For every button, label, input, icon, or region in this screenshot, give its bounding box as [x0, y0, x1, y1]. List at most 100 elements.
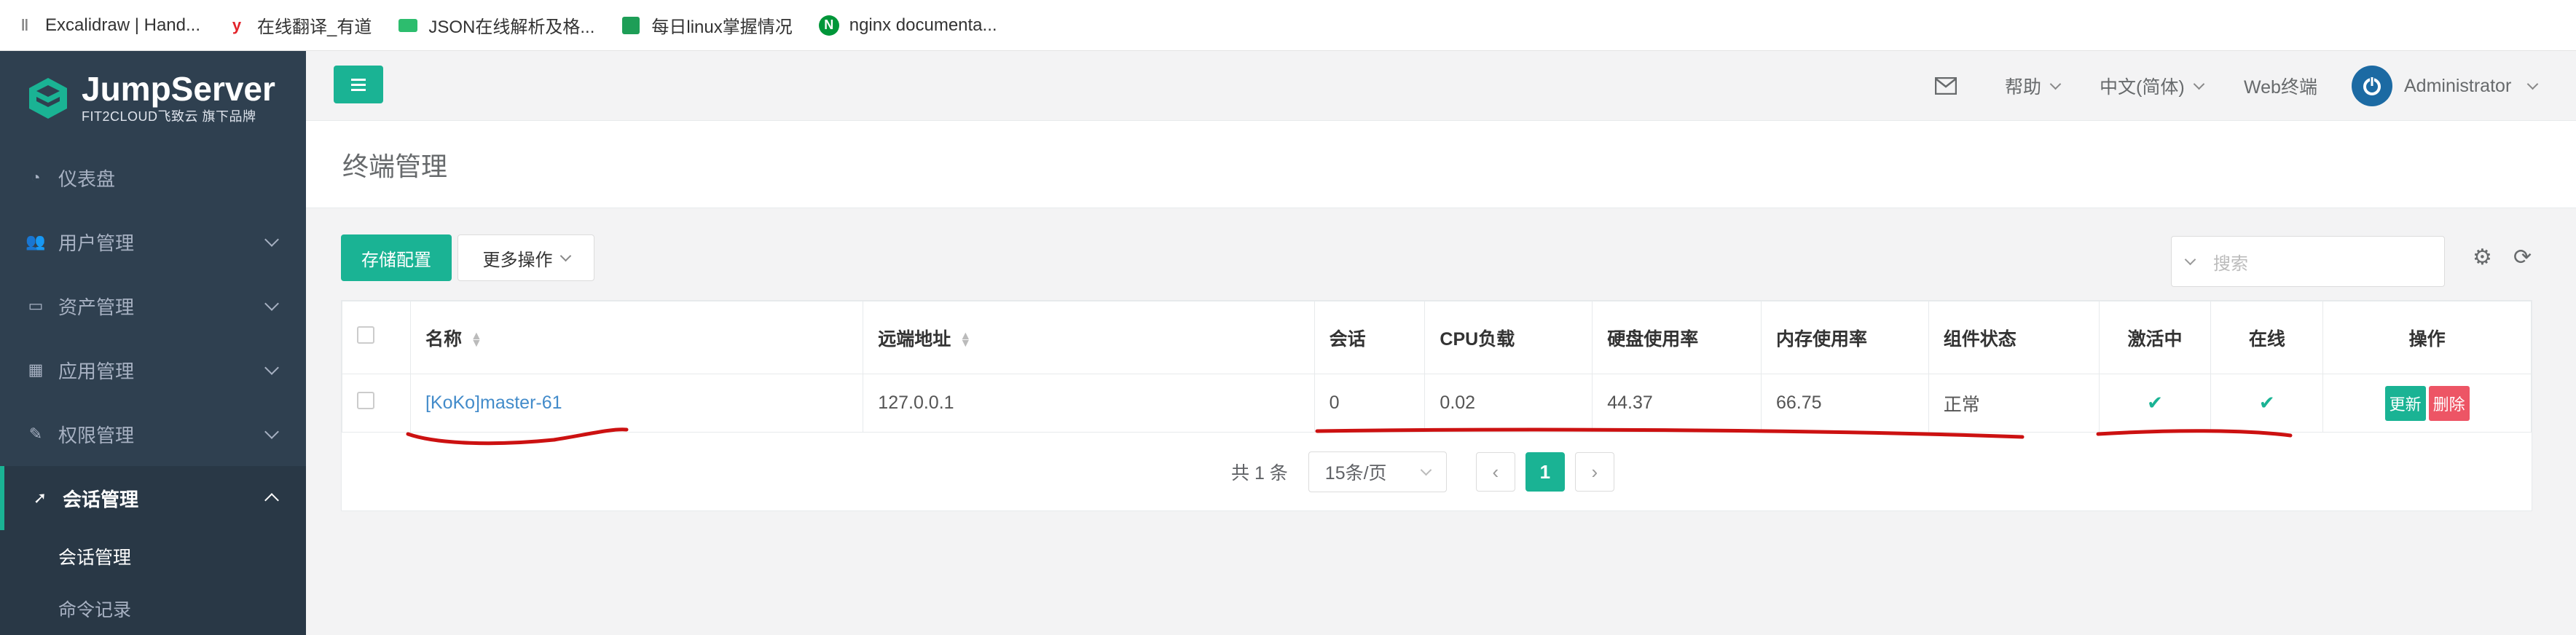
sidebar-subitem-label: 命令记录: [58, 600, 132, 620]
cell-address: 127.0.0.1: [863, 374, 1315, 433]
gear-icon[interactable]: ⚙: [2473, 245, 2492, 270]
terminal-name-link[interactable]: [KoKo]master-61: [425, 393, 562, 413]
bookmark-nginx[interactable]: N nginx documenta...: [818, 15, 997, 36]
sheet-icon: [621, 15, 641, 36]
users-icon: 👥: [25, 232, 46, 251]
update-button[interactable]: 更新: [2384, 385, 2426, 421]
grid-icon: ▦: [28, 360, 44, 379]
sidebar: JumpServer FIT2CLOUD飞致云 旗下品牌 ◔ 仪表盘 👥 用户管…: [0, 51, 306, 635]
more-actions-dropdown[interactable]: 更多操作: [458, 234, 594, 281]
search-placeholder: 搜索: [2213, 253, 2248, 274]
column-header-label: 远端地址: [878, 328, 951, 350]
chevron-down-icon: [559, 250, 571, 261]
chevron-down-icon: [2193, 78, 2204, 90]
column-header-address[interactable]: 远端地址 ▲ ▼: [863, 301, 1315, 374]
json-icon: [398, 15, 418, 36]
cell-online: ✔: [2210, 374, 2324, 433]
prev-page-button[interactable]: ‹: [1475, 452, 1515, 492]
sidebar-item-sessions[interactable]: ➚ 会话管理: [0, 466, 306, 530]
sort-icon[interactable]: ▲ ▼: [471, 330, 482, 349]
envelope-icon: [1935, 77, 1957, 95]
sidebar-subitem-commands[interactable]: 命令记录: [0, 583, 306, 635]
delete-button[interactable]: 删除: [2428, 385, 2470, 421]
cell-disk: 44.37: [1592, 374, 1762, 433]
column-header-name[interactable]: 名称 ▲ ▼: [409, 301, 864, 374]
help-label: 帮助: [2005, 77, 2042, 98]
next-page-button[interactable]: ›: [1574, 452, 1614, 492]
more-actions-label: 更多操作: [482, 250, 553, 270]
bookmark-excalidraw[interactable]: ǁ Excalidraw | Hand...: [15, 15, 200, 36]
column-header-disk: 硬盘使用率: [1592, 301, 1762, 374]
sidebar-item-applications[interactable]: ▦ 应用管理: [0, 338, 306, 402]
pagination: 共 1 条 15条/页 ‹ 1 ›: [1231, 451, 1614, 492]
youdao-icon: y: [232, 15, 242, 34]
bookmark-json[interactable]: JSON在线解析及格...: [398, 12, 594, 38]
chevron-down-icon: [264, 296, 279, 311]
sidebar-item-label: 仪表盘: [58, 167, 116, 190]
check-icon: ✔: [2258, 392, 2275, 414]
row-checkbox[interactable]: [357, 392, 374, 409]
hamburger-icon: [351, 78, 366, 81]
page-size-select[interactable]: 15条/页: [1308, 451, 1447, 492]
sidebar-item-label: 用户管理: [58, 232, 135, 254]
web-terminal-label: Web终端: [2244, 77, 2317, 98]
chevron-down-icon[interactable]: [2184, 253, 2196, 265]
sidebar-subitem-label: 会话管理: [58, 548, 132, 568]
column-header-status: 组件状态: [1928, 301, 2100, 374]
messages-button[interactable]: [1935, 51, 1957, 121]
sidebar-item-assets[interactable]: ▭ 资产管理: [0, 274, 306, 338]
check-icon: ✔: [2147, 392, 2163, 414]
search-input[interactable]: 搜索: [2171, 236, 2445, 287]
menu-toggle-button[interactable]: [334, 66, 383, 103]
chevron-down-icon: [1420, 464, 1432, 476]
sidebar-subitem-sessions[interactable]: 会话管理: [0, 530, 306, 583]
storage-config-button[interactable]: 存储配置: [341, 234, 452, 281]
hdd-icon: ▭: [28, 296, 44, 315]
jumpserver-logo-icon: [29, 78, 67, 119]
help-dropdown[interactable]: 帮助: [2005, 51, 2062, 121]
bookmark-label: 在线翻译_有道: [257, 17, 372, 37]
chevron-down-icon: [264, 232, 279, 247]
page-size-value: 15条/页: [1324, 463, 1387, 484]
top-navbar: 帮助 中文(简体) Web终端 Administrator: [306, 51, 2576, 121]
cell-status: 正常: [1928, 374, 2100, 433]
chevron-down-icon: [2049, 78, 2062, 90]
language-label: 中文(简体): [2100, 77, 2185, 98]
cell-cpu: 0.02: [1424, 374, 1593, 433]
sidebar-item-permissions[interactable]: ✎ 权限管理: [0, 402, 306, 466]
cell-actions: 更新 删除: [2322, 374, 2532, 433]
sort-icon[interactable]: ▲ ▼: [959, 330, 971, 349]
column-header-sessions: 会话: [1313, 301, 1426, 374]
bookmark-label: JSON在线解析及格...: [428, 17, 595, 37]
refresh-icon[interactable]: ⟳: [2513, 245, 2532, 270]
chevron-down-icon: [264, 425, 279, 439]
rocket-icon: ➚: [33, 489, 47, 507]
bookmark-label: nginx documenta...: [849, 15, 997, 35]
user-dropdown[interactable]: Administrator: [2352, 51, 2539, 121]
web-terminal-link[interactable]: Web终端: [2244, 51, 2317, 121]
cell-name: [KoKo]master-61: [409, 374, 864, 433]
sidebar-item-label: 应用管理: [58, 360, 135, 382]
page-number-button[interactable]: 1: [1525, 452, 1565, 492]
column-header-label: 名称: [425, 328, 462, 350]
brand-logo[interactable]: JumpServer FIT2CLOUD飞致云 旗下品牌: [0, 51, 306, 146]
select-all-checkbox[interactable]: [357, 326, 374, 344]
page-title: 终端管理: [342, 151, 448, 181]
chevron-down-icon: [264, 360, 279, 375]
sidebar-item-users[interactable]: 👥 用户管理: [0, 210, 306, 274]
column-header-memory: 内存使用率: [1761, 301, 1929, 374]
language-dropdown[interactable]: 中文(简体): [2100, 51, 2204, 121]
bookmark-linux[interactable]: 每日linux掌握情况: [621, 12, 793, 38]
sidebar-item-label: 会话管理: [63, 488, 139, 510]
hamburger-icon-line: [351, 88, 366, 91]
bookmark-youdao[interactable]: y 在线翻译_有道: [227, 12, 372, 38]
column-header-cpu: CPU负载: [1424, 301, 1593, 374]
bookmarks-bar: ǁ Excalidraw | Hand... y 在线翻译_有道 JSON在线解…: [0, 0, 2576, 51]
sidebar-item-dashboard[interactable]: ◔ 仪表盘: [0, 146, 306, 210]
chevron-right-icon: ›: [1591, 460, 1598, 483]
nginx-icon: N: [818, 15, 839, 36]
sidebar-item-label: 资产管理: [58, 296, 135, 318]
hamburger-icon-line: [351, 83, 366, 86]
cell-sessions: 0: [1313, 374, 1426, 433]
table-header-row: 名称 ▲ ▼ 远端地址 ▲ ▼ 会话 CPU负载 硬盘使用率 内存使用率 组件状态 激活…: [342, 301, 2532, 374]
